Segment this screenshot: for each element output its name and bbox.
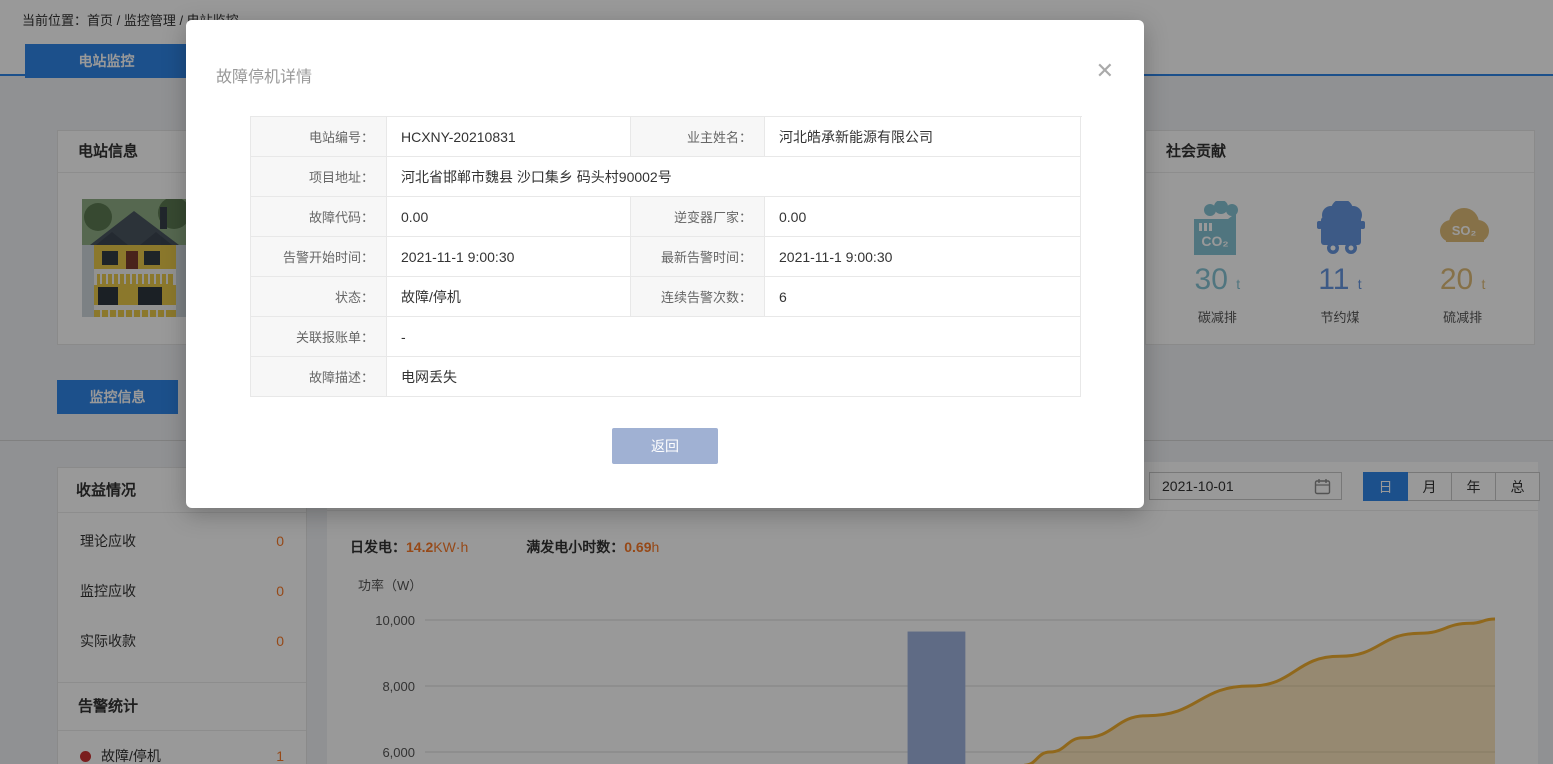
back-button[interactable]: 返回 [612, 428, 718, 464]
alarm-start-time-value: 2021-11-1 9:00:30 [387, 237, 631, 277]
field-label: 状态： [251, 277, 387, 317]
field-label: 逆变器厂家： [631, 197, 765, 237]
field-label: 电站编号： [251, 117, 387, 157]
status-value: 故障/停机 [387, 277, 631, 317]
fault-code-value: 0.00 [387, 197, 631, 237]
project-address-value: 河北省邯郸市魏县 沙口集乡 码头村90002号 [387, 157, 1081, 197]
related-bill-value: - [387, 317, 1081, 357]
field-label: 项目地址： [251, 157, 387, 197]
fault-detail-table: 电站编号： HCXNY-20210831 业主姓名： 河北皓承新能源有限公司 项… [250, 116, 1082, 397]
alarm-count-value: 6 [765, 277, 1081, 317]
latest-alarm-time-value: 2021-11-1 9:00:30 [765, 237, 1081, 277]
field-label: 告警开始时间： [251, 237, 387, 277]
field-label: 故障描述： [251, 357, 387, 397]
field-label: 故障代码： [251, 197, 387, 237]
field-label: 业主姓名： [631, 117, 765, 157]
fault-detail-modal: 故障停机详情 ✕ 电站编号： HCXNY-20210831 业主姓名： 河北皓承… [186, 20, 1144, 508]
station-id-value: HCXNY-20210831 [387, 117, 631, 157]
inverter-maker-value: 0.00 [765, 197, 1081, 237]
close-icon[interactable]: ✕ [1096, 58, 1114, 84]
owner-name-value: 河北皓承新能源有限公司 [765, 117, 1081, 157]
modal-title: 故障停机详情 [216, 63, 312, 87]
field-label: 连续告警次数： [631, 277, 765, 317]
field-label: 最新告警时间： [631, 237, 765, 277]
field-label: 关联报账单： [251, 317, 387, 357]
fault-description-value: 电网丢失 [387, 357, 1081, 397]
